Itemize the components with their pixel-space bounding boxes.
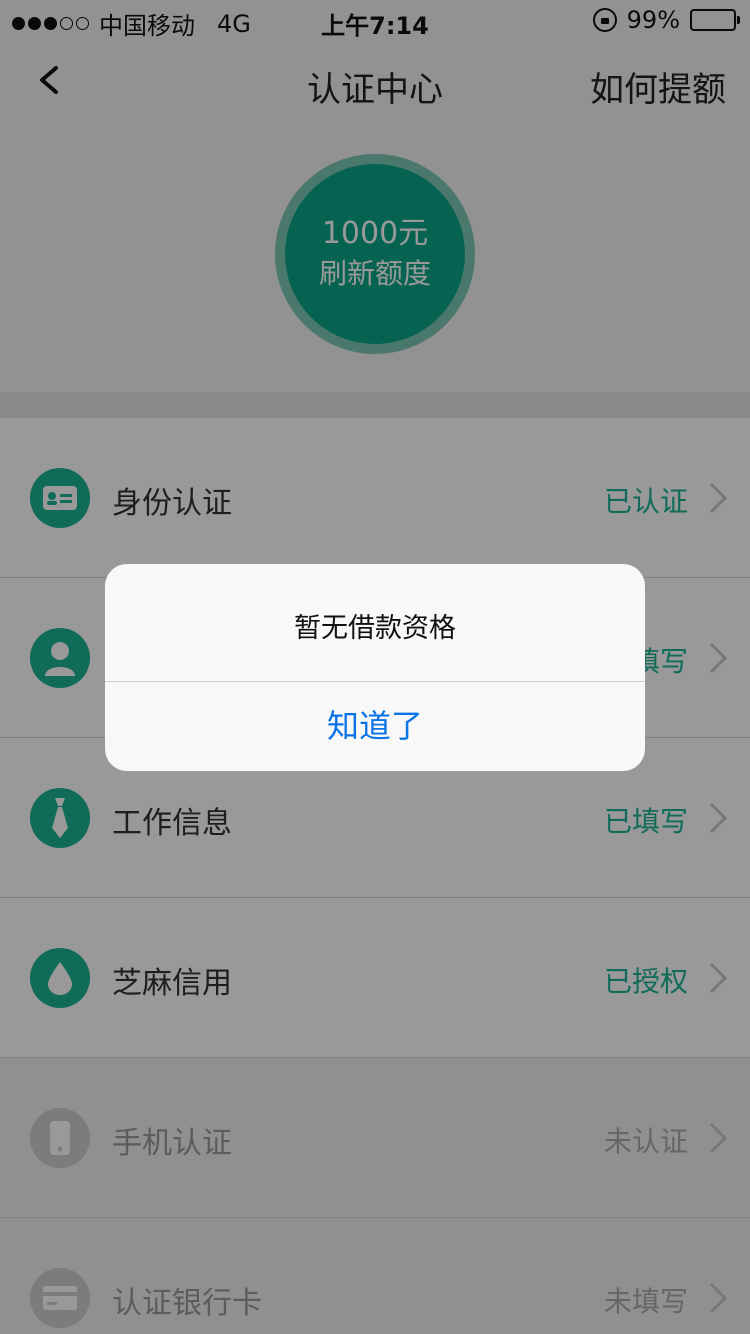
app-screen: 中国移动 4G 上午7:14 99% 认证中心 如何提额 1000元 刷新额度 (0, 0, 750, 1334)
dialog-ok-button[interactable]: 知道了 (105, 682, 645, 771)
alert-dialog: 暂无借款资格 知道了 (105, 564, 645, 771)
dialog-message: 暂无借款资格 (294, 613, 456, 644)
